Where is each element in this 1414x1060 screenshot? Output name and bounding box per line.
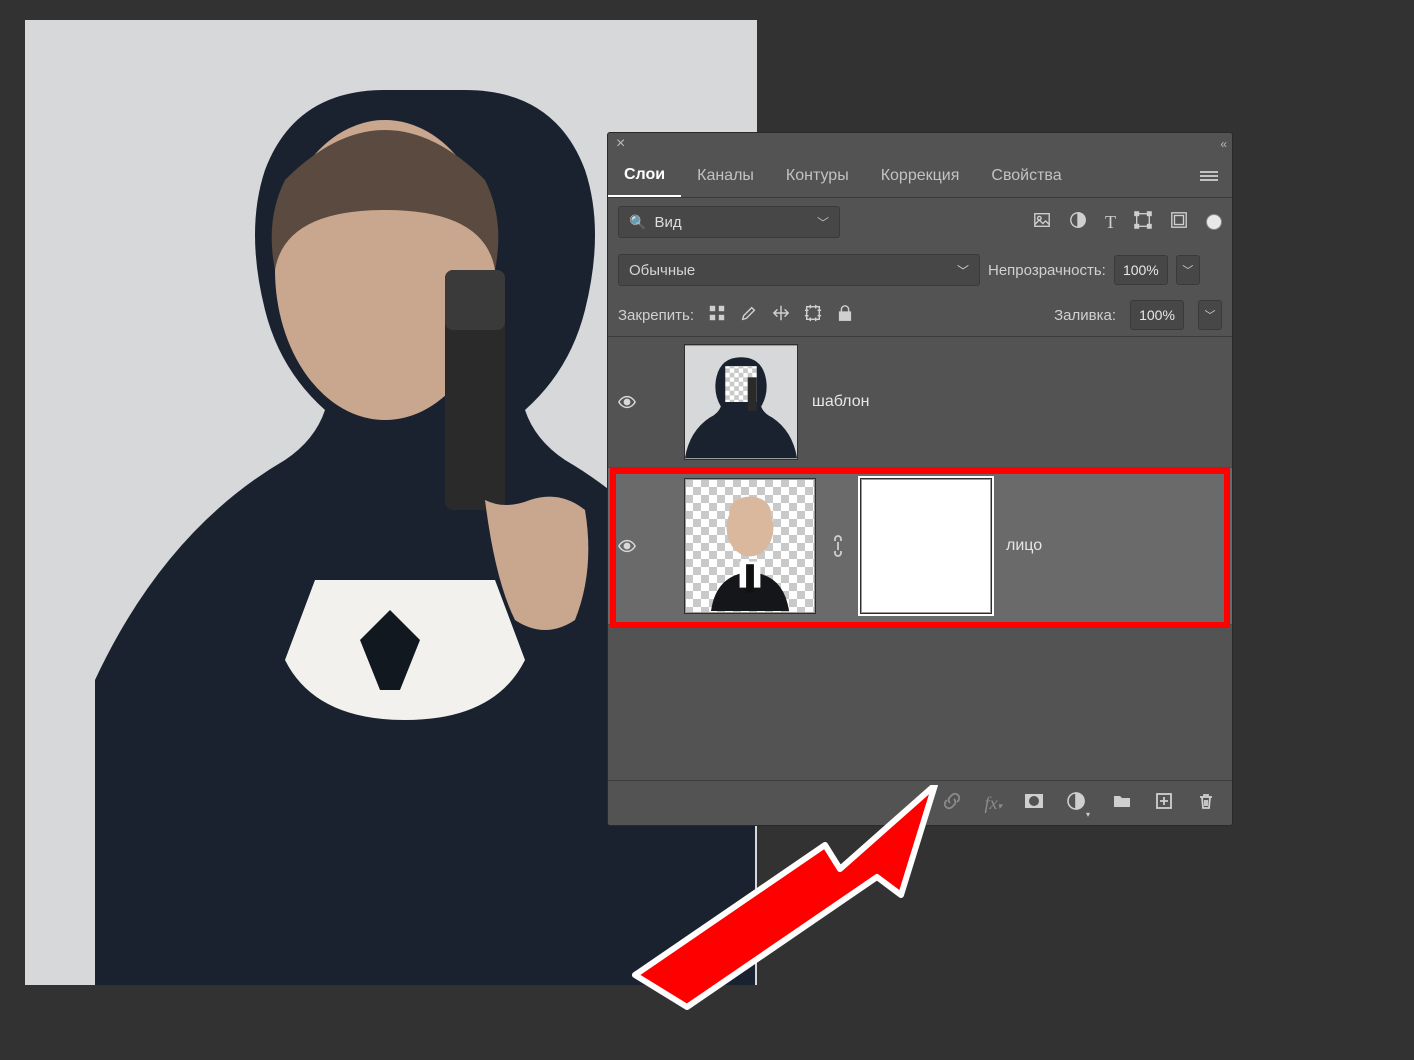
layers-panel: × « Слои Каналы Контуры Коррекция Свойст…: [607, 132, 1233, 826]
layer-thumbnail[interactable]: [684, 478, 816, 614]
tab-properties[interactable]: Свойства: [975, 155, 1077, 197]
lock-row: Закрепить: Заливка: 100% ﹀: [608, 294, 1232, 337]
opacity-label: Непрозрачность:: [988, 262, 1106, 279]
lock-artboard-icon[interactable]: [804, 304, 822, 326]
fx-icon[interactable]: fx▾: [984, 793, 1002, 814]
shape-filter-icon[interactable]: [1134, 211, 1152, 233]
opacity-dropdown[interactable]: ﹀: [1176, 255, 1200, 285]
fill-label: Заливка:: [1054, 307, 1116, 324]
lock-all-icon[interactable]: [836, 304, 854, 326]
fill-dropdown[interactable]: ﹀: [1198, 300, 1222, 330]
mask-link-icon[interactable]: [830, 534, 846, 558]
layer-thumbnail[interactable]: [684, 344, 798, 460]
tab-adjust[interactable]: Коррекция: [865, 155, 976, 197]
filter-toggle[interactable]: [1206, 214, 1222, 230]
tab-label: Коррекция: [881, 167, 960, 185]
panel-menu-icon[interactable]: [1186, 155, 1232, 197]
trash-icon[interactable]: [1196, 791, 1216, 815]
layer-name[interactable]: лицо: [1006, 537, 1042, 555]
smart-filter-icon[interactable]: [1170, 211, 1188, 233]
opacity-input[interactable]: 100%: [1114, 255, 1168, 285]
new-layer-icon[interactable]: [1154, 791, 1174, 815]
tab-label: Слои: [624, 166, 665, 184]
blend-mode-label: Обычные: [629, 262, 695, 279]
adjustment-layer-icon[interactable]: ▾: [1066, 791, 1090, 815]
chevron-down-icon: ﹀: [957, 262, 969, 279]
filter-row: 🔍 Вид ﹀ T: [608, 198, 1232, 246]
collapse-icon[interactable]: «: [1220, 137, 1224, 151]
filter-label: Вид: [654, 214, 681, 231]
fill-input[interactable]: 100%: [1130, 300, 1184, 330]
tab-layers[interactable]: Слои: [608, 155, 681, 197]
tab-label: Контуры: [786, 167, 849, 185]
visibility-toggle[interactable]: [618, 537, 636, 555]
visibility-toggle[interactable]: [618, 393, 636, 411]
lock-pixels-icon[interactable]: [708, 304, 726, 326]
lock-label: Закрепить:: [618, 307, 694, 324]
type-filter-icon[interactable]: T: [1105, 212, 1116, 233]
tab-paths[interactable]: Контуры: [770, 155, 865, 197]
layers-bottom-toolbar: fx▾ ▾: [608, 780, 1232, 825]
tab-label: Свойства: [991, 167, 1061, 185]
layers-list: шаблон: [608, 337, 1232, 625]
tab-channels[interactable]: Каналы: [681, 155, 770, 197]
lock-brush-icon[interactable]: [740, 304, 758, 326]
add-mask-icon[interactable]: [1024, 791, 1044, 815]
adjust-filter-icon[interactable]: [1069, 211, 1087, 233]
layer-row[interactable]: лицо: [608, 468, 1232, 625]
opacity-value: 100%: [1123, 262, 1159, 278]
layer-mask-thumbnail[interactable]: [860, 478, 992, 614]
image-filter-icon[interactable]: [1033, 211, 1051, 233]
tab-label: Каналы: [697, 167, 754, 185]
chevron-down-icon: ﹀: [817, 214, 829, 231]
panel-titlebar[interactable]: × «: [608, 133, 1232, 155]
search-icon: 🔍: [629, 214, 646, 231]
group-icon[interactable]: [1112, 791, 1132, 815]
link-layers-icon[interactable]: [942, 791, 962, 815]
layer-row[interactable]: шаблон: [608, 337, 1232, 468]
fill-value: 100%: [1139, 307, 1175, 323]
blend-mode-select[interactable]: Обычные ﹀: [618, 254, 980, 286]
lock-move-icon[interactable]: [772, 304, 790, 326]
layer-filter-select[interactable]: 🔍 Вид ﹀: [618, 206, 840, 238]
layer-name[interactable]: шаблон: [812, 393, 869, 411]
panel-tabs: Слои Каналы Контуры Коррекция Свойства: [608, 155, 1232, 198]
close-icon[interactable]: ×: [616, 135, 625, 153]
blend-row: Обычные ﹀ Непрозрачность: 100% ﹀: [608, 246, 1232, 294]
